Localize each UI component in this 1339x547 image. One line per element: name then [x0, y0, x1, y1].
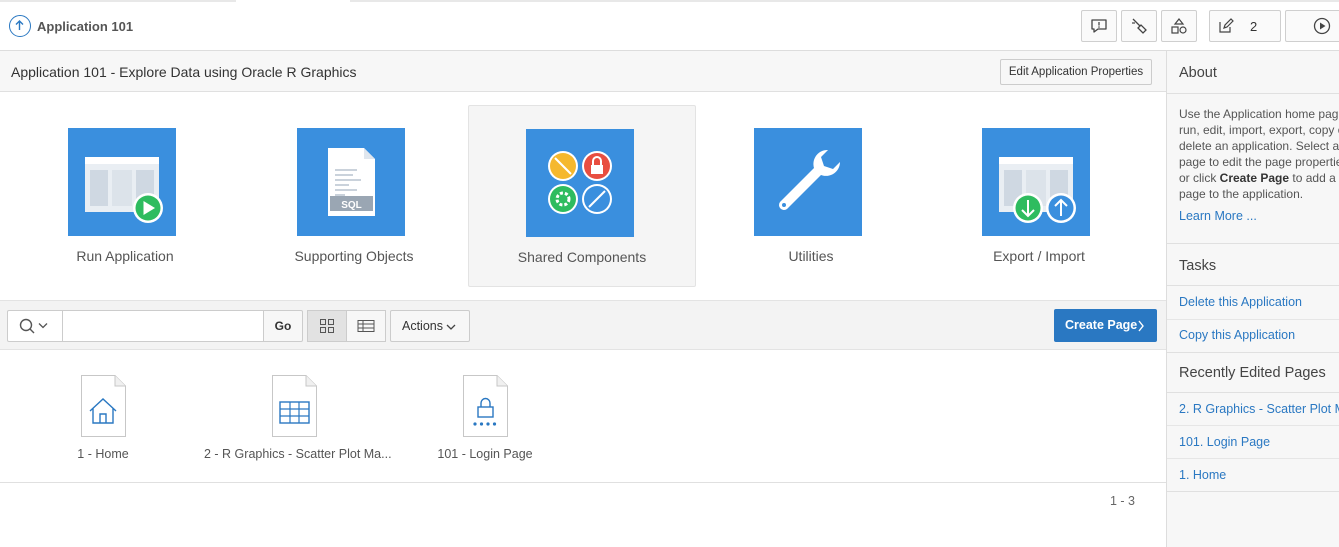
divider: [1167, 425, 1339, 426]
developer-tools-icon: [1132, 18, 1147, 34]
chevron-right-icon: [1138, 320, 1144, 332]
top-bar: Application 101 2: [0, 0, 1339, 51]
tile-export-import[interactable]: Export / Import: [925, 105, 1153, 287]
tile-label: Export / Import: [993, 248, 1085, 264]
divider: [1167, 352, 1339, 353]
tile-shared-components[interactable]: Shared Components: [468, 105, 696, 287]
run-application-icon: [68, 128, 176, 236]
tile-utilities[interactable]: Utilities: [697, 105, 925, 287]
grid-view-icon: [320, 319, 334, 333]
divider: [1167, 458, 1339, 459]
tile-run-application[interactable]: Run Application: [11, 105, 239, 287]
edit-icon: [1219, 18, 1234, 33]
tile-supporting-objects[interactable]: SQL Supporting Objects: [240, 105, 468, 287]
divider: [1167, 392, 1339, 393]
delete-application-link[interactable]: Delete this Application: [1179, 295, 1302, 309]
chevron-down-icon: [38, 323, 48, 329]
tile-label: Shared Components: [517, 249, 647, 265]
search-icon: [19, 318, 35, 334]
search-options-button[interactable]: [7, 310, 63, 342]
recent-page-link[interactable]: 1. Home: [1179, 468, 1226, 482]
sql-document-icon: SQL: [297, 128, 405, 236]
tile-label: Utilities: [788, 248, 834, 264]
sql-glyph: SQL: [341, 200, 362, 211]
about-text: Use the Application home page to run, ed…: [1179, 107, 1339, 201]
divider: [1167, 243, 1339, 244]
chevron-down-icon: [446, 324, 456, 330]
search-input[interactable]: [62, 310, 264, 342]
recent-page-link[interactable]: 101. Login Page: [1179, 435, 1270, 449]
run-icon: [1313, 17, 1331, 35]
actions-menu-button[interactable]: Actions: [390, 310, 470, 342]
feedback-icon: [1091, 19, 1107, 33]
create-page-label: Create Page: [1065, 318, 1138, 332]
page-label: 2 - R Graphics - Scatter Plot Ma...: [204, 447, 392, 461]
export-import-icon: [982, 128, 1090, 236]
tab-strip: [0, 0, 236, 2]
sidebar: About Use the Application home page to r…: [1166, 51, 1339, 547]
learn-more-link[interactable]: Learn More ...: [1179, 209, 1257, 223]
tab-strip: [350, 0, 1339, 2]
page-label: 1 - Home: [77, 447, 129, 461]
go-button[interactable]: Go: [263, 310, 303, 342]
about-heading: About: [1179, 65, 1217, 81]
feedback-button[interactable]: [1081, 10, 1117, 42]
table-view-icon: [357, 320, 375, 332]
up-arrow-icon[interactable]: [9, 15, 31, 37]
pages-toolbar: Go Actions Create Page: [0, 300, 1166, 350]
icon-view-button[interactable]: [307, 310, 347, 342]
page-header: Application 101 - Explore Data using Ora…: [0, 51, 1166, 92]
create-page-emphasis: Create Page: [1219, 171, 1290, 185]
divider: [1167, 285, 1339, 286]
recent-pages-heading: Recently Edited Pages: [1179, 365, 1326, 381]
wrench-icon: [754, 128, 862, 236]
copy-application-link[interactable]: Copy this Application: [1179, 328, 1295, 342]
developer-tools-button[interactable]: [1121, 10, 1157, 42]
home-icon: [81, 375, 126, 437]
divider: [0, 482, 1166, 483]
lock-icon: [463, 375, 508, 437]
tile-label: Supporting Objects: [294, 248, 414, 264]
table-icon: [272, 375, 317, 437]
recent-page-link[interactable]: 2. R Graphics - Scatter Plot Matrix: [1179, 402, 1339, 416]
actions-label: Actions: [402, 319, 443, 333]
edit-application-properties-button[interactable]: Edit Application Properties: [1000, 59, 1152, 85]
run-page-button[interactable]: [1285, 10, 1339, 42]
pagination-info: 1 - 3: [1110, 494, 1136, 508]
create-page-button[interactable]: Create Page: [1054, 309, 1157, 342]
edited-count: 2: [1250, 19, 1258, 34]
page-title: Application 101 - Explore Data using Ora…: [11, 64, 357, 80]
tasks-heading: Tasks: [1179, 258, 1217, 274]
tile-label: Run Application: [76, 248, 174, 264]
shared-components-icon: [1171, 18, 1187, 34]
shared-components-button[interactable]: [1161, 10, 1197, 42]
edited-pages-button[interactable]: 2: [1209, 10, 1281, 42]
app-title[interactable]: Application 101: [37, 19, 133, 34]
page-label: 101 - Login Page: [437, 447, 533, 461]
divider: [1167, 93, 1339, 94]
report-view-button[interactable]: [346, 310, 386, 342]
shared-components-icon: [526, 129, 634, 237]
divider: [1167, 491, 1339, 492]
divider: [1167, 319, 1339, 320]
